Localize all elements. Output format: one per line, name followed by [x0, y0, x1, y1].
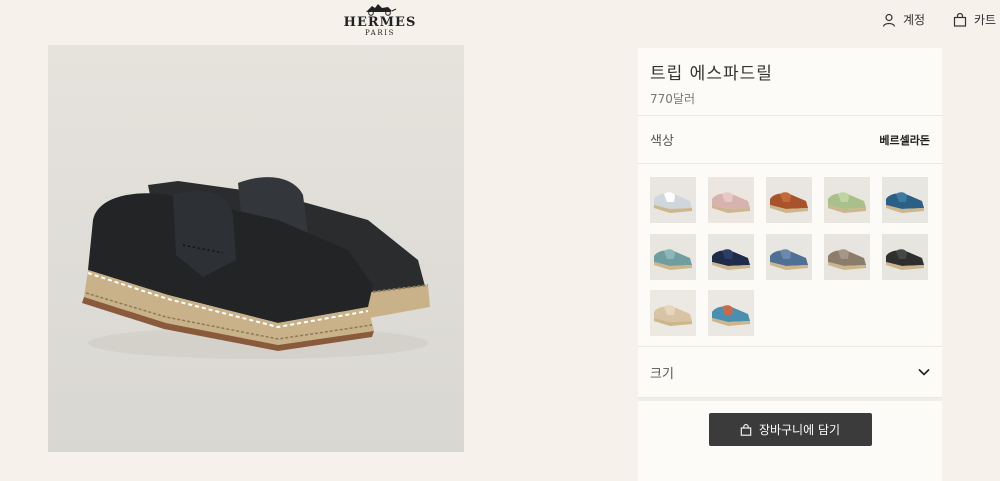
shopping-bag-icon [953, 12, 967, 27]
size-label: 크기 [650, 366, 674, 382]
espadrille-thumbnail-image [766, 177, 812, 223]
brand-subtitle: PARIS [365, 29, 395, 37]
espadrille-thumbnail-image [708, 234, 754, 280]
espadrille-shoes-image [48, 45, 464, 452]
brand-logo[interactable]: HERMES PARIS [340, 2, 420, 37]
shopping-bag-icon [740, 423, 752, 436]
brand-name: HERMES [343, 15, 417, 30]
add-to-cart-label: 장바구니에 담기 [758, 423, 841, 437]
selected-color-name: 베르셀라돈 [879, 133, 930, 147]
add-to-cart-button[interactable]: 장바구니에 담기 [708, 413, 872, 446]
espadrille-thumbnail-image [882, 177, 928, 223]
user-icon [882, 13, 896, 27]
color-swatch[interactable] [766, 234, 812, 280]
espadrille-thumbnail-image [708, 290, 754, 336]
espadrille-thumbnail-image [824, 177, 870, 223]
product-details-panel: 트립 에스파드릴 770달러 색상 베르셀라돈 크기 장바구니에 담기 [638, 48, 942, 481]
color-label: 색상 [650, 134, 674, 149]
add-to-cart-section: 장바구니에 담기 [638, 398, 942, 458]
chevron-down-icon [918, 368, 930, 376]
product-title: 트립 에스파드릴 [650, 64, 773, 84]
espadrille-thumbnail-image [708, 177, 754, 223]
color-swatch[interactable] [650, 234, 696, 280]
color-swatch[interactable] [650, 177, 696, 223]
espadrille-thumbnail-image [650, 290, 696, 336]
product-price: 770달러 [650, 92, 695, 106]
cart-link[interactable]: 카트 [953, 11, 996, 28]
color-swatch[interactable] [824, 234, 870, 280]
color-swatch[interactable] [708, 177, 754, 223]
account-label: 계정 [903, 13, 926, 27]
color-swatch[interactable] [882, 234, 928, 280]
color-swatch[interactable] [650, 290, 696, 336]
espadrille-thumbnail-image [650, 177, 696, 223]
carriage-icon [366, 4, 397, 16]
account-link[interactable]: 계정 [882, 11, 925, 28]
color-swatches [638, 164, 942, 347]
espadrille-thumbnail-image [766, 234, 812, 280]
color-swatch[interactable] [766, 177, 812, 223]
product-header: 트립 에스파드릴 770달러 [638, 48, 942, 116]
cart-label: 카트 [974, 13, 997, 27]
product-image [48, 45, 464, 452]
color-swatch[interactable] [708, 234, 754, 280]
color-row: 색상 베르셀라돈 [638, 116, 942, 164]
espadrille-thumbnail-image [882, 234, 928, 280]
espadrille-thumbnail-image [650, 234, 696, 280]
espadrille-thumbnail-image [824, 234, 870, 280]
color-swatch[interactable] [708, 290, 754, 336]
color-swatch[interactable] [882, 177, 928, 223]
color-swatch[interactable] [824, 177, 870, 223]
size-selector[interactable]: 크기 [638, 347, 942, 398]
